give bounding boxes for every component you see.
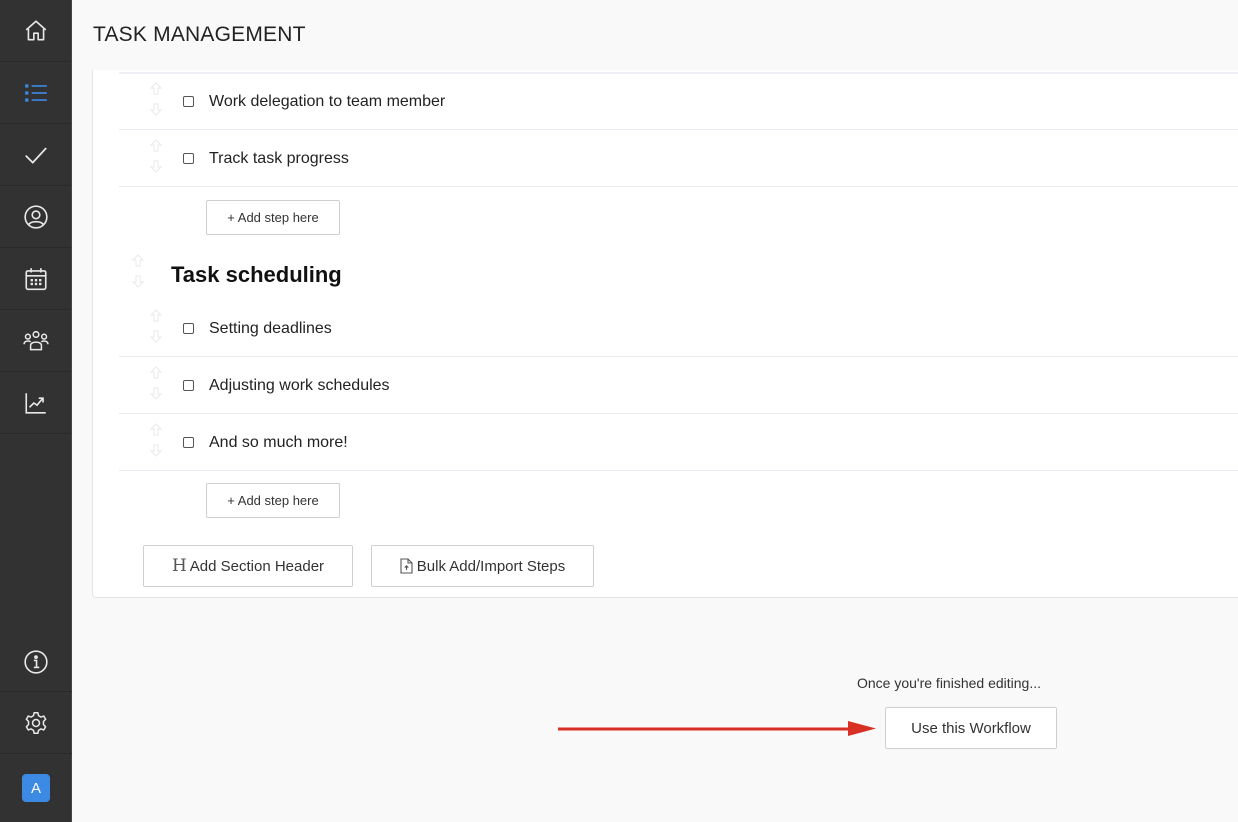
reorder-handle[interactable] bbox=[149, 423, 165, 457]
sidebar-item-home[interactable] bbox=[0, 0, 71, 62]
calendar-icon bbox=[24, 267, 47, 290]
section-reorder-handle[interactable] bbox=[131, 254, 145, 288]
step-checkbox[interactable] bbox=[183, 323, 194, 334]
reorder-handle[interactable] bbox=[149, 366, 165, 400]
step-checkbox[interactable] bbox=[183, 380, 194, 391]
add-section-header-button[interactable]: H Add Section Header bbox=[143, 545, 353, 587]
add-step-button[interactable]: + Add step here bbox=[206, 200, 340, 235]
arrow-down-icon[interactable] bbox=[149, 159, 163, 173]
arrow-down-icon[interactable] bbox=[149, 386, 163, 400]
avatar[interactable]: A bbox=[22, 774, 50, 802]
step-row: Adjusting work schedules bbox=[119, 358, 1238, 414]
finish-editing-note: Once you're finished editing... bbox=[857, 675, 1042, 691]
arrow-up-icon[interactable] bbox=[131, 254, 145, 268]
step-label[interactable]: Track task progress bbox=[209, 150, 349, 168]
sidebar: A bbox=[0, 0, 72, 822]
sidebar-item-calendar[interactable] bbox=[0, 248, 71, 310]
arrow-up-icon[interactable] bbox=[149, 309, 163, 323]
step-row: Track task progress bbox=[119, 131, 1238, 187]
page-header: TASK MANAGEMENT bbox=[73, 0, 1238, 70]
sidebar-item-list[interactable] bbox=[0, 62, 71, 124]
workflow-editor-card: Work delegation to team member Track tas… bbox=[92, 70, 1238, 598]
arrow-down-icon[interactable] bbox=[131, 274, 145, 288]
heading-icon: H bbox=[171, 556, 187, 576]
add-step-button[interactable]: + Add step here bbox=[206, 483, 340, 518]
reorder-handle[interactable] bbox=[149, 82, 165, 116]
arrow-down-icon[interactable] bbox=[149, 102, 163, 116]
arrow-up-icon[interactable] bbox=[149, 423, 163, 437]
info-icon bbox=[24, 649, 48, 674]
arrow-up-icon[interactable] bbox=[149, 139, 163, 153]
bulk-add-import-button[interactable]: Bulk Add/Import Steps bbox=[371, 545, 594, 587]
trending-chart-icon bbox=[24, 392, 46, 414]
step-label[interactable]: And so much more! bbox=[209, 434, 348, 452]
add-section-header-label: Add Section Header bbox=[189, 557, 325, 575]
step-checkbox[interactable] bbox=[183, 96, 194, 107]
sidebar-item-settings[interactable] bbox=[0, 692, 72, 754]
sidebar-item-info[interactable] bbox=[0, 632, 72, 692]
sidebar-item-account[interactable]: A bbox=[0, 754, 72, 822]
step-row: And so much more! bbox=[119, 415, 1238, 471]
user-circle-icon bbox=[23, 204, 48, 229]
arrow-down-icon[interactable] bbox=[149, 443, 163, 457]
users-icon bbox=[22, 330, 49, 350]
arrow-down-icon[interactable] bbox=[149, 329, 163, 343]
checkmark-icon bbox=[24, 147, 47, 164]
step-checkbox[interactable] bbox=[183, 153, 194, 164]
arrow-up-icon[interactable] bbox=[149, 366, 163, 380]
step-row: Work delegation to team member bbox=[119, 74, 1238, 130]
step-checkbox[interactable] bbox=[183, 437, 194, 448]
reorder-handle[interactable] bbox=[149, 309, 165, 343]
file-import-icon bbox=[400, 558, 413, 574]
home-icon bbox=[25, 19, 46, 40]
sidebar-item-profile[interactable] bbox=[0, 186, 71, 248]
arrow-up-icon[interactable] bbox=[149, 82, 163, 96]
sidebar-item-reports[interactable] bbox=[0, 372, 71, 434]
reorder-handle[interactable] bbox=[149, 139, 165, 173]
use-workflow-button[interactable]: Use this Workflow bbox=[885, 707, 1057, 749]
step-label[interactable]: Adjusting work schedules bbox=[209, 377, 390, 395]
step-label[interactable]: Work delegation to team member bbox=[209, 93, 445, 111]
page-title: TASK MANAGEMENT bbox=[93, 23, 306, 46]
annotation-arrow bbox=[558, 721, 876, 736]
list-icon bbox=[24, 83, 47, 102]
section-header[interactable]: Task scheduling bbox=[171, 262, 342, 288]
sidebar-item-tasks[interactable] bbox=[0, 124, 71, 186]
step-row: Setting deadlines bbox=[119, 301, 1238, 357]
step-label[interactable]: Setting deadlines bbox=[209, 320, 332, 338]
gear-icon bbox=[25, 711, 47, 734]
bulk-add-label: Bulk Add/Import Steps bbox=[416, 557, 566, 575]
sidebar-item-team[interactable] bbox=[0, 310, 71, 372]
